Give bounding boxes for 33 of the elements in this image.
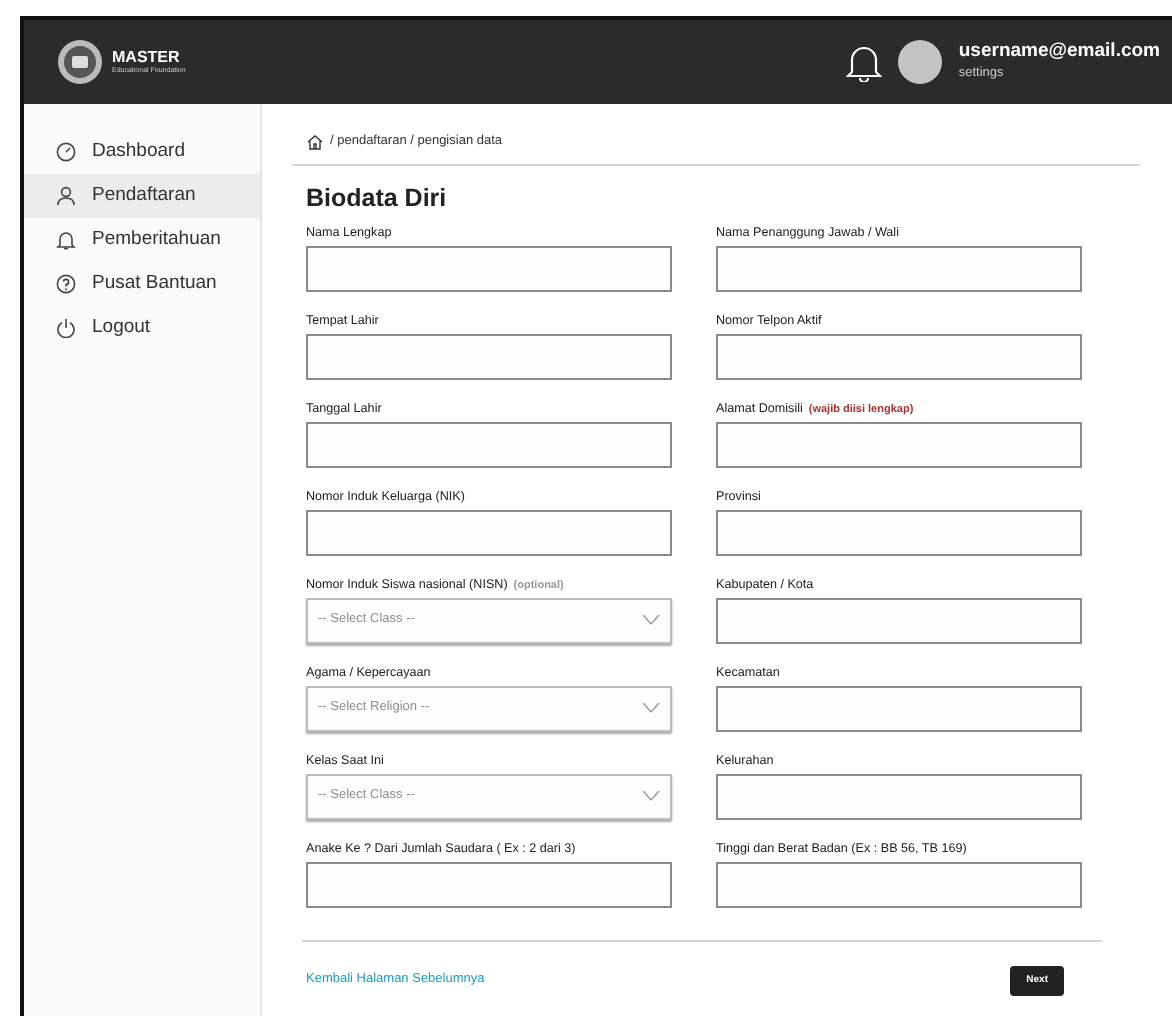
input-field[interactable] <box>716 509 1082 555</box>
logo-emblem-icon <box>56 38 104 86</box>
user-icon <box>56 186 76 206</box>
input-field[interactable] <box>716 861 1082 907</box>
sidebar-item[interactable]: Logout <box>24 306 260 350</box>
help-icon <box>56 274 76 294</box>
input-field[interactable] <box>716 773 1082 819</box>
sidebar-item[interactable]: Pendaftaran <box>24 174 260 218</box>
bell-icon <box>56 230 76 250</box>
sidebar-item[interactable]: Dashboard <box>24 130 260 174</box>
section-title: Biodata Diri <box>306 181 449 216</box>
input-field[interactable] <box>306 421 672 467</box>
input-field[interactable] <box>716 333 1082 379</box>
input-field[interactable] <box>716 685 1082 731</box>
input-field[interactable] <box>716 597 1082 643</box>
notification-bell-icon[interactable] <box>846 42 883 82</box>
gauge-icon <box>56 142 76 162</box>
input-field[interactable] <box>306 509 672 555</box>
input-field[interactable] <box>716 245 1082 291</box>
user-email: username@email.com <box>958 40 1160 64</box>
sidebar-item[interactable]: Pemberitahuan <box>24 218 260 262</box>
input-field[interactable] <box>306 861 672 907</box>
chevron-down-icon <box>642 790 660 802</box>
chevron-down-icon <box>642 614 660 626</box>
avatar-circle[interactable] <box>898 40 943 84</box>
input-field[interactable] <box>306 333 672 379</box>
power-icon <box>56 318 76 338</box>
home-icon[interactable] <box>306 133 324 150</box>
logo-title: MASTER <box>112 49 182 66</box>
input-field[interactable] <box>306 245 672 291</box>
chevron-down-icon <box>642 702 660 714</box>
sidebar-item[interactable]: Pusat Bantuan <box>24 262 260 306</box>
input-field[interactable] <box>716 421 1082 467</box>
